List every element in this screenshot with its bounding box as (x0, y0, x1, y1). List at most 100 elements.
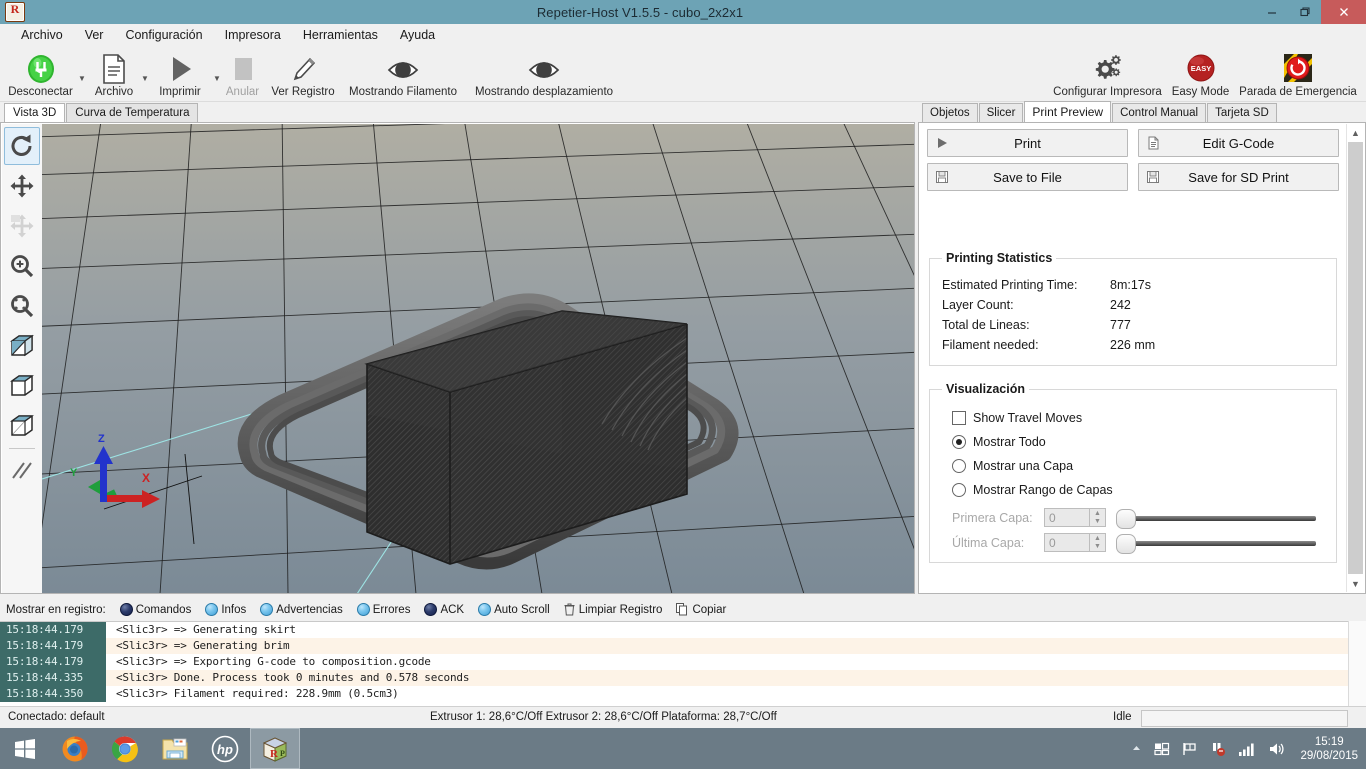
archivo-chevron-down-icon[interactable]: ▼ (141, 74, 149, 83)
log-output[interactable]: 15:18:44.179 <Slic3r> => Generating skir… (0, 621, 1366, 707)
plug-connect-icon (8, 52, 73, 86)
flag-icon[interactable] (1182, 741, 1198, 757)
repetier-icon (5, 2, 25, 22)
menu-configuracion[interactable]: Configuración (114, 25, 213, 45)
rotate-view-tool[interactable] (4, 127, 40, 165)
stepper-arrows-icon[interactable]: ▲ ▼ (1089, 533, 1105, 552)
tab-curva-de-temperatura[interactable]: Curva de Temperatura (66, 103, 199, 122)
network-icon[interactable] (1210, 741, 1226, 757)
log-filter-auto-scroll[interactable]: Auto Scroll (478, 603, 550, 616)
radio-mostrar-rango-de-capas[interactable]: Mostrar Rango de Capas (942, 478, 1324, 502)
toolbar-desconectar[interactable]: Desconectar (8, 52, 73, 99)
ultima-capa-stepper[interactable]: 0 ▲ ▼ (1044, 533, 1106, 552)
svg-text:P: P (280, 749, 285, 758)
tab-print-preview[interactable]: Print Preview (1024, 101, 1112, 123)
taskbar-file-explorer[interactable] (150, 728, 200, 769)
log-filter-comandos-label: Comandos (135, 603, 192, 616)
menu-archivo[interactable]: Archivo (10, 25, 74, 45)
radio-mostrar-todo[interactable]: Mostrar Todo (942, 430, 1324, 454)
log-timestamp: 15:18:44.179 (0, 654, 106, 670)
restore-icon[interactable] (1288, 0, 1321, 24)
zoom-fit-tool[interactable] (4, 287, 40, 325)
scrollbar-thumb[interactable] (1348, 142, 1363, 574)
toolbar-easy-mode-label: Easy Mode (1171, 86, 1230, 98)
print-button[interactable]: Print (927, 129, 1128, 157)
stat-key: Layer Count: (942, 298, 1014, 312)
taskbar-firefox[interactable] (50, 728, 100, 769)
menu-herramientas[interactable]: Herramientas (292, 25, 389, 45)
tab-objetos[interactable]: Objetos (922, 103, 978, 122)
log-timestamp: 15:18:44.179 (0, 638, 106, 654)
radio-mostrar-todo-label: Mostrar Todo (973, 435, 1046, 449)
scroll-down-icon[interactable]: ▼ (1347, 575, 1364, 592)
3d-scene: Y X Z (42, 124, 914, 593)
stepper-arrows-icon[interactable]: ▲ ▼ (1089, 508, 1105, 527)
tab-slicer[interactable]: Slicer (978, 103, 1024, 122)
toolbar-mostrando-desplazamiento[interactable]: Mostrando desplazamiento (458, 52, 630, 99)
clear-log-button[interactable]: Limpiar Registro (564, 603, 662, 616)
signal-icon[interactable] (1238, 741, 1256, 757)
menu-ayuda[interactable]: Ayuda (389, 25, 446, 45)
toggle-indicator-icon (478, 603, 492, 616)
log-scrollbar[interactable] (1348, 621, 1366, 706)
log-filter-bar: Mostrar en registro: Comandos Infos Adve… (0, 598, 1366, 621)
zoom-in-tool[interactable] (4, 247, 40, 285)
log-row: 15:18:44.179 <Slic3r> => Generating brim (0, 638, 1366, 654)
save-for-sd-print-button[interactable]: Save for SD Print (1138, 163, 1339, 191)
primera-capa-value: 0 (1049, 510, 1056, 525)
svg-text:R: R (270, 748, 279, 760)
log-filter-advertencias[interactable]: Advertencias (260, 603, 343, 616)
stat-row: Total de Lineas: 777 (942, 315, 1324, 335)
parallel-lines-tool[interactable] (4, 452, 40, 490)
log-filter-comandos[interactable]: Comandos (119, 603, 192, 616)
show-hidden-icons[interactable] (1131, 743, 1142, 754)
start-button[interactable] (0, 728, 50, 769)
toolbar-easy-mode[interactable]: EASY Easy Mode (1170, 52, 1231, 99)
close-icon[interactable] (1321, 0, 1366, 24)
primera-capa-stepper[interactable]: 0 ▲ ▼ (1044, 508, 1106, 527)
menu-impresora[interactable]: Impresora (214, 25, 292, 45)
taskbar-repetier[interactable]: R P (250, 728, 300, 769)
tab-tarjeta-sd[interactable]: Tarjeta SD (1207, 103, 1277, 122)
radio-mostrar-una-capa[interactable]: Mostrar una Capa (942, 454, 1324, 478)
taskbar-clock[interactable]: 15:19 29/08/2015 (1300, 735, 1358, 763)
toolbar-ver-registro[interactable]: Ver Registro (265, 52, 341, 99)
right-panel-scrollbar[interactable]: ▲ ▼ (1346, 124, 1364, 592)
visualization-group: Visualización Show Travel Moves Mostrar … (929, 382, 1337, 563)
toolbar-archivo[interactable]: Archivo (90, 52, 138, 99)
svg-text:hp: hp (217, 742, 233, 757)
toolbar-imprimir[interactable]: Imprimir (150, 52, 210, 99)
action-center-icon[interactable] (1154, 741, 1170, 757)
move-view-tool[interactable] (4, 167, 40, 205)
toolbar-mostrando-filamento[interactable]: Mostrando Filamento (340, 52, 466, 99)
toolbar-parada-emergencia[interactable]: Parada de Emergencia (1233, 52, 1363, 99)
slider-thumb[interactable] (1116, 533, 1136, 554)
desconectar-chevron-down-icon[interactable]: ▼ (78, 74, 86, 83)
tab-control-manual[interactable]: Control Manual (1112, 103, 1207, 122)
toolbar-configurar-impresora[interactable]: Configurar Impresora (1050, 52, 1165, 99)
show-travel-moves-checkbox[interactable]: Show Travel Moves (942, 406, 1324, 430)
primera-capa-slider[interactable] (1116, 508, 1324, 529)
volume-icon[interactable] (1268, 741, 1286, 757)
slider-thumb[interactable] (1116, 508, 1136, 529)
edit-gcode-button[interactable]: Edit G-Code (1138, 129, 1339, 157)
menu-ver[interactable]: Ver (74, 25, 115, 45)
tab-vista-3d[interactable]: Vista 3D (4, 103, 66, 123)
play-icon (150, 52, 210, 86)
view-mode-front-tool[interactable] (4, 367, 40, 405)
view-mode-wireframe-tool[interactable] (4, 407, 40, 445)
log-filter-ack[interactable]: ACK (424, 603, 464, 616)
view-mode-solid-tool[interactable] (4, 327, 40, 365)
save-to-file-button[interactable]: Save to File (927, 163, 1128, 191)
taskbar-chrome[interactable] (100, 728, 150, 769)
window-title: Repetier-Host V1.5.5 - cubo_2x2x1 (536, 4, 744, 20)
copy-log-button[interactable]: Copiar (676, 603, 726, 616)
scroll-up-icon[interactable]: ▲ (1347, 124, 1364, 141)
log-filter-infos[interactable]: Infos (205, 603, 246, 616)
minimize-icon[interactable] (1255, 0, 1288, 24)
taskbar-hp[interactable]: hp (200, 728, 250, 769)
3d-render-canvas[interactable]: Y X Z (42, 124, 914, 593)
log-filter-errores[interactable]: Errores (356, 603, 410, 616)
toggle-indicator-icon (119, 603, 133, 616)
ultima-capa-slider[interactable] (1116, 533, 1324, 554)
